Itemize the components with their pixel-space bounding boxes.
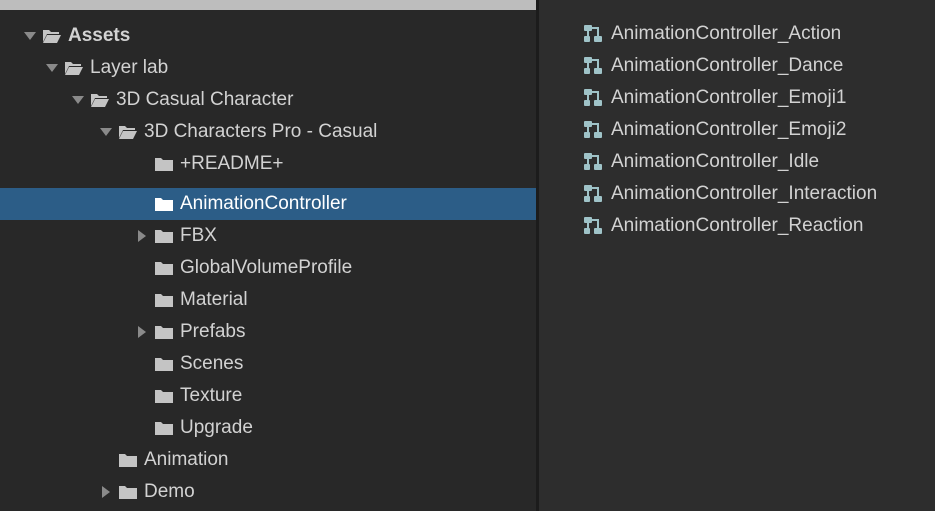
expand-arrow-down-icon[interactable]	[70, 92, 86, 108]
tree-item-texture[interactable]: Texture	[0, 380, 536, 412]
animator-controller-icon	[584, 185, 602, 202]
tree-item-material[interactable]: Material	[0, 284, 536, 316]
triangle-right-icon	[138, 230, 146, 242]
tree-item-3d-casual-character[interactable]: 3D Casual Character	[0, 84, 536, 116]
arrow-spacer	[98, 452, 114, 468]
top-strip	[0, 0, 538, 10]
folder-icon	[155, 390, 173, 403]
tree-item-label: Animation	[144, 449, 229, 470]
asset-list-pane[interactable]: AnimationController_Action AnimationContr…	[539, 0, 935, 511]
folder-icon	[155, 422, 173, 435]
asset-item-label: AnimationController_Interaction	[611, 183, 878, 204]
folder-icon	[155, 326, 173, 339]
tree-item-animationcontroller[interactable]: AnimationController	[0, 188, 536, 220]
folder-tree-pane[interactable]: Assets Layer lab 3D Casual Character 3D Cha…	[0, 10, 536, 511]
folder-icon	[119, 486, 137, 499]
folder-icon	[119, 454, 137, 467]
triangle-down-icon	[46, 64, 58, 72]
asset-item-animationcontroller-dance[interactable]: AnimationController_Dance	[583, 52, 843, 80]
tree-item-globalvolumeprofile[interactable]: GlobalVolumeProfile	[0, 252, 536, 284]
expand-arrow-down-icon[interactable]	[98, 124, 114, 140]
tree-item-label: Upgrade	[180, 417, 253, 438]
expand-arrow-right-icon[interactable]	[134, 228, 150, 244]
folder-icon	[155, 158, 173, 171]
animator-controller-icon	[584, 121, 602, 138]
folder-open-icon	[65, 62, 83, 75]
tree-item-animation[interactable]: Animation	[0, 444, 536, 476]
arrow-spacer	[134, 292, 150, 308]
folder-icon	[155, 198, 173, 211]
tree-item-label: FBX	[180, 225, 217, 246]
tree-item-assets[interactable]: Assets	[0, 20, 536, 52]
tree-item-3d-characters-pro-casual[interactable]: 3D Characters Pro - Casual	[0, 116, 536, 148]
triangle-down-icon	[100, 128, 112, 136]
animator-controller-icon	[584, 25, 602, 42]
folder-open-icon	[119, 126, 137, 139]
asset-item-label: AnimationController_Emoji2	[611, 119, 847, 140]
triangle-down-icon	[24, 32, 36, 40]
asset-item-animationcontroller-interaction[interactable]: AnimationController_Interaction	[583, 180, 877, 208]
tree-item-prefabs[interactable]: Prefabs	[0, 316, 536, 348]
animator-controller-icon	[584, 57, 602, 74]
tree-item-label: Material	[180, 289, 248, 310]
folder-open-icon	[43, 30, 61, 43]
tree-item-fbx[interactable]: FBX	[0, 220, 536, 252]
tree-item-label: Scenes	[180, 353, 244, 374]
triangle-down-icon	[72, 96, 84, 104]
asset-item-animationcontroller-action[interactable]: AnimationController_Action	[583, 20, 841, 48]
tree-item-layer-lab[interactable]: Layer lab	[0, 52, 536, 84]
expand-arrow-down-icon[interactable]	[22, 28, 38, 44]
tree-item-scenes[interactable]: Scenes	[0, 348, 536, 380]
asset-item-label: AnimationController_Dance	[611, 55, 844, 76]
tree-item-label: Layer lab	[90, 57, 169, 78]
folder-icon	[155, 294, 173, 307]
tree-item-label: Assets	[68, 25, 131, 46]
asset-item-label: AnimationController_Idle	[611, 151, 820, 172]
tree-item-label: 3D Characters Pro - Casual	[144, 121, 378, 142]
arrow-spacer	[134, 260, 150, 276]
triangle-right-icon	[102, 486, 110, 498]
arrow-spacer	[134, 356, 150, 372]
arrow-spacer	[134, 196, 150, 212]
tree-item-demo[interactable]: Demo	[0, 476, 536, 508]
asset-item-animationcontroller-emoji1[interactable]: AnimationController_Emoji1	[583, 84, 847, 112]
folder-icon	[155, 358, 173, 371]
arrow-spacer	[134, 388, 150, 404]
animator-controller-icon	[584, 217, 602, 234]
tree-item-label: 3D Casual Character	[116, 89, 294, 110]
folder-icon	[155, 262, 173, 275]
folder-open-icon	[91, 94, 109, 107]
tree-item-label: GlobalVolumeProfile	[180, 257, 353, 278]
tree-item-readme[interactable]: +README+	[0, 148, 536, 180]
asset-item-label: AnimationController_Action	[611, 23, 842, 44]
tree-item-label: Prefabs	[180, 321, 246, 342]
triangle-right-icon	[138, 326, 146, 338]
asset-item-animationcontroller-reaction[interactable]: AnimationController_Reaction	[583, 212, 863, 240]
asset-item-label: AnimationController_Reaction	[611, 215, 864, 236]
tree-item-upgrade[interactable]: Upgrade	[0, 412, 536, 444]
project-window: Assets Layer lab 3D Casual Character 3D Cha…	[0, 0, 935, 511]
animator-controller-icon	[584, 153, 602, 170]
asset-item-animationcontroller-idle[interactable]: AnimationController_Idle	[583, 148, 819, 176]
tree-item-label: Demo	[144, 481, 195, 502]
arrow-spacer	[134, 420, 150, 436]
expand-arrow-down-icon[interactable]	[44, 60, 60, 76]
folder-icon	[155, 230, 173, 243]
asset-item-animationcontroller-emoji2[interactable]: AnimationController_Emoji2	[583, 116, 847, 144]
asset-item-label: AnimationController_Emoji1	[611, 87, 847, 108]
animator-controller-icon	[584, 89, 602, 106]
tree-item-label: +README+	[180, 153, 284, 174]
tree-item-label: AnimationController	[180, 193, 347, 214]
arrow-spacer	[134, 156, 150, 172]
tree-item-label: Texture	[180, 385, 243, 406]
expand-arrow-right-icon[interactable]	[134, 324, 150, 340]
expand-arrow-right-icon[interactable]	[98, 484, 114, 500]
